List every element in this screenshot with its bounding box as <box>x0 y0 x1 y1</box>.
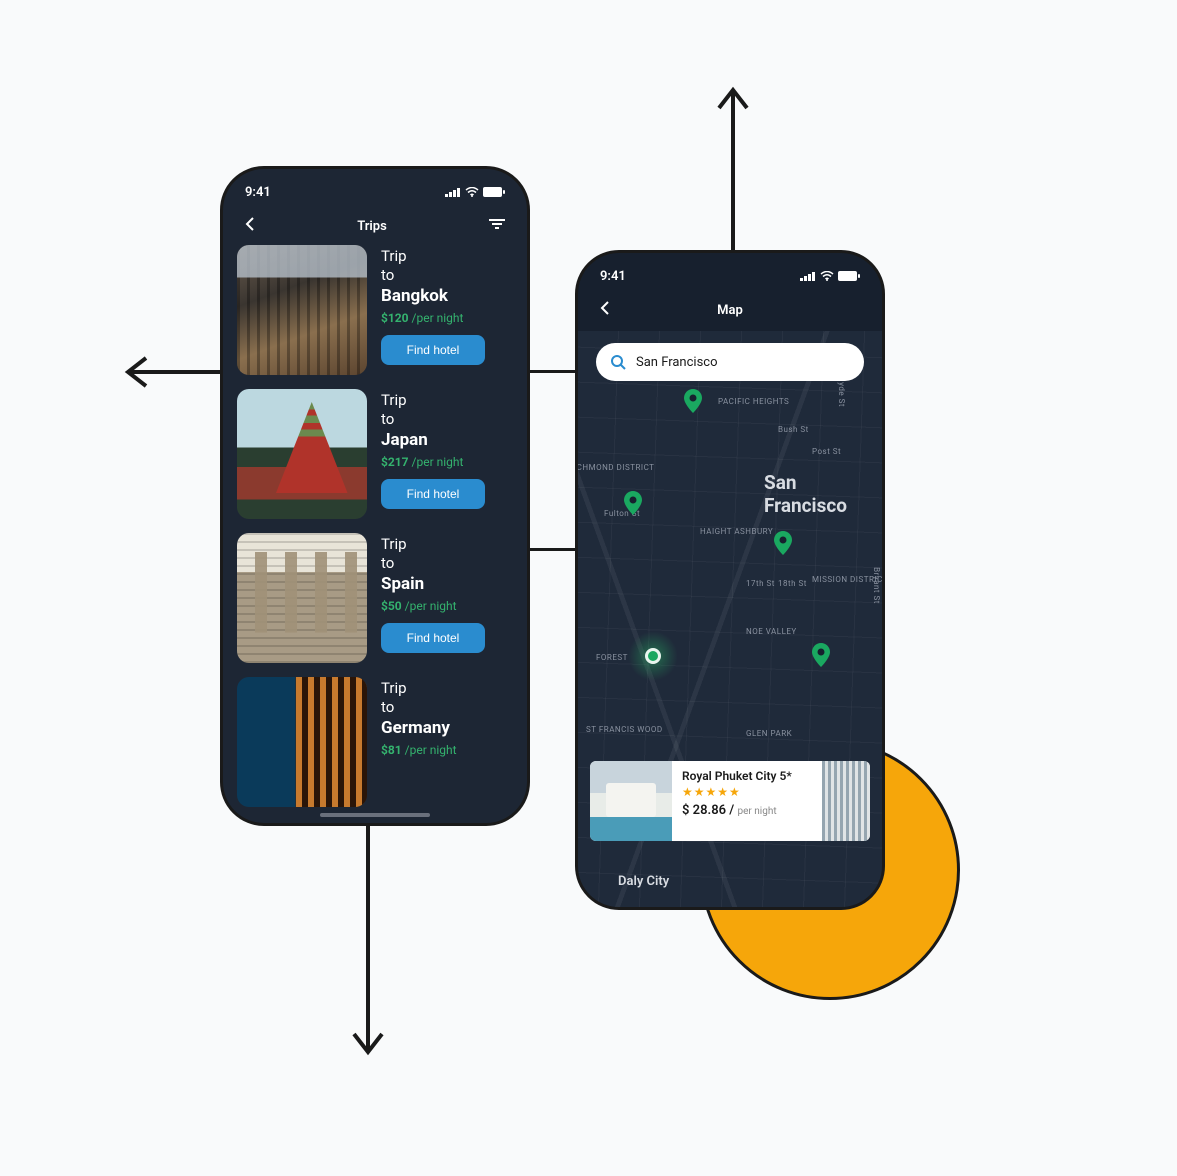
wifi-icon <box>465 187 479 197</box>
arrow-down <box>348 820 388 1060</box>
trip-image-spain <box>237 533 367 663</box>
trips-list: Trip to Bangkok $120 /per night Find hot… <box>223 245 527 807</box>
nav-title: Trips <box>255 219 489 234</box>
search-value: San Francisco <box>636 355 718 370</box>
trip-line2: to <box>381 266 513 285</box>
hotel-body: Royal Phuket City 5* ★★★★★ $ 28.86 / per… <box>672 761 822 841</box>
trip-line1: Trip <box>381 679 513 698</box>
back-button[interactable] <box>245 217 255 235</box>
district-label: ST FRANCIS WOOD <box>586 725 646 734</box>
signal-icon <box>800 271 816 281</box>
trip-line2: to <box>381 410 513 429</box>
signal-icon <box>445 187 461 197</box>
trip-image-bangkok <box>237 245 367 375</box>
trip-destination: Germany <box>381 717 513 739</box>
status-time: 9:41 <box>600 269 626 284</box>
district-label: FOREST <box>596 653 628 662</box>
trip-price: $120 /per night <box>381 311 513 325</box>
trip-row[interactable]: Trip to Bangkok $120 /per night Find hot… <box>237 245 513 375</box>
trip-info: Trip to Bangkok $120 /per night Find hot… <box>381 245 513 365</box>
street-label: 18th St <box>778 579 807 588</box>
street-label: Bryant St <box>872 567 881 604</box>
filter-icon <box>489 218 505 230</box>
connector-line <box>526 548 582 551</box>
arrow-left <box>120 352 230 392</box>
status-bar: 9:41 <box>223 169 527 203</box>
street-label: Post St <box>812 447 841 456</box>
trip-line2: to <box>381 698 513 717</box>
trip-line1: Trip <box>381 247 513 266</box>
home-indicator <box>320 813 430 817</box>
hotel-image <box>590 761 672 841</box>
hotel-image-secondary <box>822 761 870 841</box>
hotel-price: $ 28.86 / per night <box>682 803 812 818</box>
connector-line <box>526 370 582 373</box>
trip-destination: Spain <box>381 573 513 595</box>
city-label: San Francisco <box>764 471 882 517</box>
trip-destination: Japan <box>381 429 513 451</box>
chevron-left-icon <box>600 301 610 315</box>
map-pin[interactable] <box>774 531 792 555</box>
trip-row[interactable]: Trip to Spain $50 /per night Find hotel <box>237 533 513 663</box>
search-input[interactable]: San Francisco <box>596 343 864 381</box>
status-time: 9:41 <box>245 185 271 200</box>
trip-image-japan <box>237 389 367 519</box>
trip-price: $81 /per night <box>381 743 513 757</box>
find-hotel-button[interactable]: Find hotel <box>381 479 485 509</box>
phone-trips: 9:41 Trips Trip to Bangkok $120 /per nig… <box>220 166 530 826</box>
trip-line2: to <box>381 554 513 573</box>
map-pin[interactable] <box>684 389 702 413</box>
nav-bar: Trips <box>223 203 527 245</box>
find-hotel-button[interactable]: Find hotel <box>381 335 485 365</box>
nav-bar: Map <box>578 287 882 329</box>
trip-line1: Trip <box>381 391 513 410</box>
trip-row[interactable]: Trip to Germany $81 /per night <box>237 677 513 807</box>
back-button[interactable] <box>600 301 610 319</box>
street-label: 17th St <box>746 579 775 588</box>
trip-image-germany <box>237 677 367 807</box>
trip-row[interactable]: Trip to Japan $217 /per night Find hotel <box>237 389 513 519</box>
trip-info: Trip to Germany $81 /per night <box>381 677 513 757</box>
filter-button[interactable] <box>489 218 505 234</box>
street-label: Bush St <box>778 425 809 434</box>
nav-title: Map <box>610 303 850 318</box>
phone-map: 9:41 Map PACIFIC HEIGHTS Bush St Post St… <box>575 250 885 910</box>
district-label: MISSION DISTRICT <box>812 575 862 584</box>
arrow-up <box>713 82 753 262</box>
trip-price: $50 /per night <box>381 599 513 613</box>
trip-info: Trip to Spain $50 /per night Find hotel <box>381 533 513 653</box>
location-dot-icon <box>645 648 661 664</box>
trip-destination: Bangkok <box>381 285 513 307</box>
hotel-stars: ★★★★★ <box>682 785 812 799</box>
trip-price: $217 /per night <box>381 455 513 469</box>
battery-icon <box>483 187 505 197</box>
hotel-card[interactable]: Royal Phuket City 5* ★★★★★ $ 28.86 / per… <box>590 761 870 841</box>
current-location[interactable] <box>628 631 678 681</box>
district-label: PACIFIC HEIGHTS <box>718 397 789 406</box>
status-icons <box>800 271 860 281</box>
footer-city-label: Daly City <box>578 874 882 889</box>
trip-line1: Trip <box>381 535 513 554</box>
district-label: NOE VALLEY <box>746 627 797 636</box>
search-icon <box>610 354 626 370</box>
district-label: HAIGHT ASHBURY <box>700 527 760 536</box>
hotel-title: Royal Phuket City 5* <box>682 769 812 783</box>
status-bar: 9:41 <box>578 253 882 287</box>
find-hotel-button[interactable]: Find hotel <box>381 623 485 653</box>
trip-info: Trip to Japan $217 /per night Find hotel <box>381 389 513 509</box>
status-icons <box>445 187 505 197</box>
battery-icon <box>838 271 860 281</box>
chevron-left-icon <box>245 217 255 231</box>
map-pin[interactable] <box>812 643 830 667</box>
map-pin[interactable] <box>624 491 642 515</box>
district-label: GLEN PARK <box>746 729 792 738</box>
wifi-icon <box>820 271 834 281</box>
district-label: ICHMOND DISTRICT <box>578 463 654 472</box>
